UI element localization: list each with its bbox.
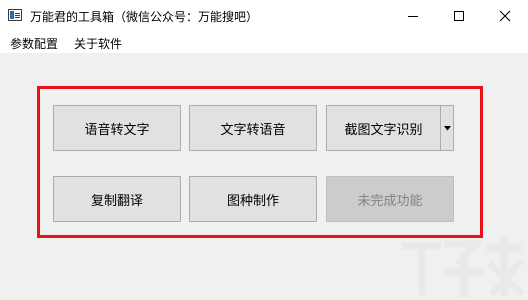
- maximize-icon: [454, 11, 464, 21]
- close-icon: [499, 10, 511, 22]
- text-to-speech-button[interactable]: 文字转语音: [189, 105, 317, 151]
- title-bar[interactable]: 万能君的工具箱（微信公众号：万能搜吧）: [0, 0, 528, 31]
- image-creation-button[interactable]: 图种制作: [189, 176, 317, 222]
- speech-to-text-button[interactable]: 语音转文字: [53, 105, 181, 151]
- app-window-icon: [8, 9, 22, 21]
- image-creation-label: 图种制作: [226, 193, 279, 209]
- copy-translate-button[interactable]: 复制翻译: [53, 176, 181, 222]
- speech-to-text-label: 语音转文字: [84, 122, 150, 138]
- text-to-speech-label: 文字转语音: [220, 122, 286, 138]
- window-title: 万能君的工具箱（微信公众号：万能搜吧）: [30, 10, 259, 24]
- chevron-down-icon: [444, 126, 451, 131]
- download-site-logo: [402, 236, 525, 298]
- unfinished-feature-label: 未完成功能: [357, 193, 423, 209]
- screenshot-ocr-dropdown-button[interactable]: [440, 105, 454, 151]
- menu-item-about[interactable]: 关于软件: [74, 35, 122, 52]
- screenshot-ocr-label: 截图文字识别: [344, 122, 423, 138]
- minimize-icon: [408, 16, 418, 17]
- minimize-button[interactable]: [390, 0, 436, 31]
- app-window: 万能君的工具箱（微信公众号：万能搜吧） 参数配置 关于软件 语音转文字 文字转语…: [0, 0, 528, 300]
- menu-item-settings[interactable]: 参数配置: [10, 35, 58, 52]
- close-button[interactable]: [482, 0, 528, 31]
- copy-translate-label: 复制翻译: [90, 193, 143, 209]
- screenshot-ocr-button[interactable]: 截图文字识别: [326, 105, 441, 151]
- maximize-button[interactable]: [436, 0, 482, 31]
- unfinished-feature-button: 未完成功能: [326, 176, 454, 222]
- menu-bar: 参数配置 关于软件: [0, 31, 528, 53]
